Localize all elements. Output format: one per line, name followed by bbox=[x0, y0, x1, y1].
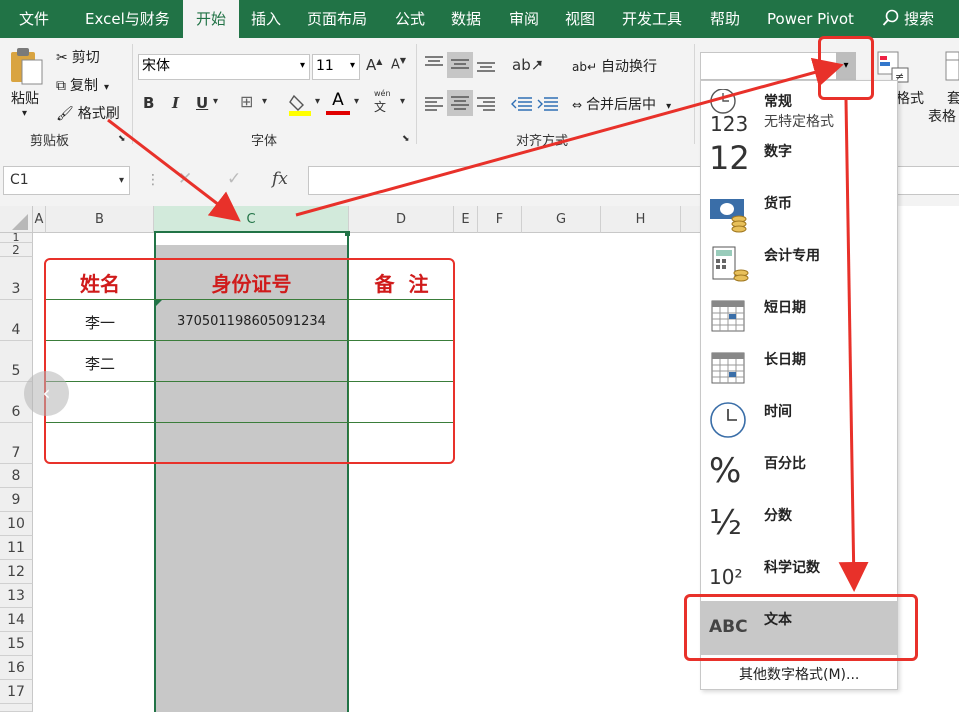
annotation-arrows bbox=[0, 0, 959, 712]
